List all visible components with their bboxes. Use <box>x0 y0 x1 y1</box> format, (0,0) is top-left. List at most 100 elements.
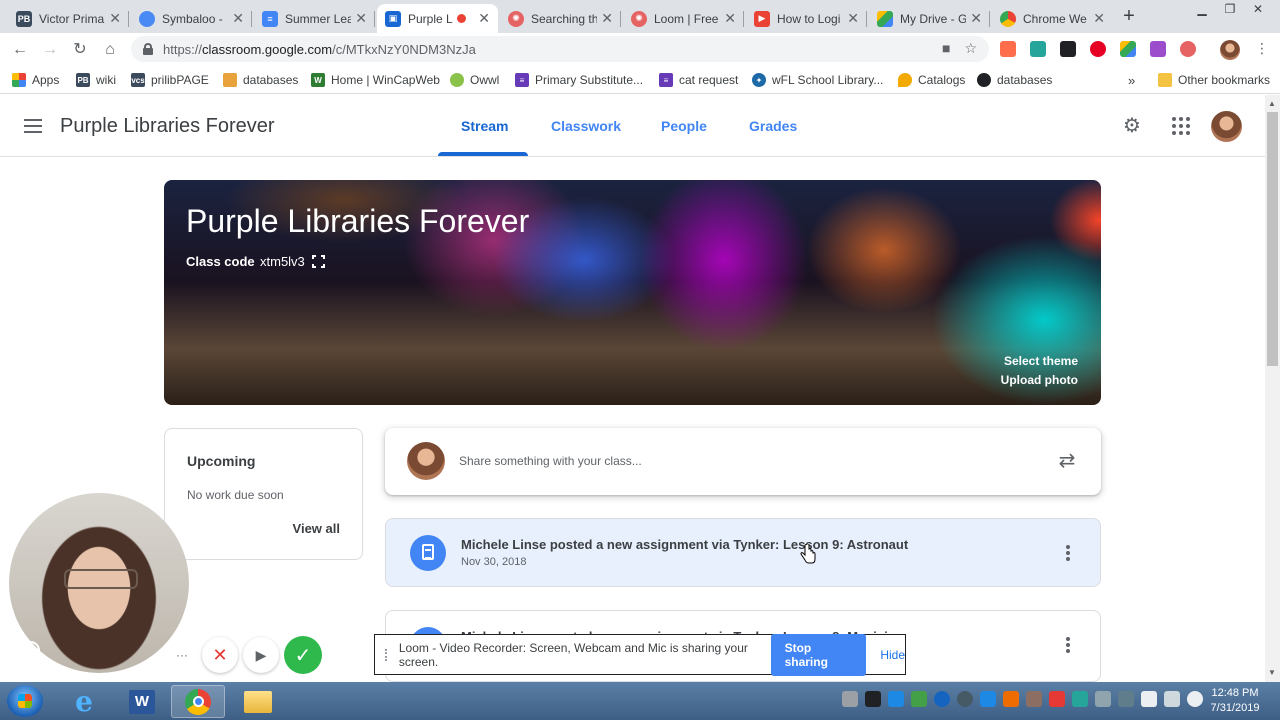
close-tab-icon[interactable]: ✕ <box>601 10 613 27</box>
close-tab-icon[interactable]: ✕ <box>232 10 244 27</box>
loom-cancel-icon[interactable]: ✕ <box>202 637 238 673</box>
bookmark-wfl-library[interactable]: ✦ wFL School Library... <box>752 71 883 89</box>
browser-tab-drive[interactable]: My Drive - G ✕ <box>869 4 990 33</box>
browser-tab-searching[interactable]: ✺ Searching th ✕ <box>500 4 621 33</box>
internet-explorer-icon[interactable]: e <box>57 685 111 718</box>
scrollbar-thumb[interactable] <box>1267 112 1278 366</box>
close-tab-icon[interactable]: ✕ <box>847 10 859 27</box>
loom-more-icon[interactable]: ··· <box>170 643 194 667</box>
chrome-profile-avatar[interactable] <box>1220 40 1240 60</box>
browser-tab-classroom[interactable]: ▣ Purple L ✕ <box>377 4 498 33</box>
tray-icon[interactable] <box>1072 691 1088 707</box>
tray-icon[interactable] <box>1049 691 1065 707</box>
browser-tab-victor[interactable]: PB Victor Prima ✕ <box>8 4 129 33</box>
file-explorer-icon[interactable] <box>231 685 285 718</box>
new-tab-button[interactable]: + <box>1119 6 1139 26</box>
home-icon[interactable]: ⌂ <box>98 38 122 62</box>
back-icon[interactable]: ← <box>8 38 32 62</box>
close-tab-icon[interactable]: ✕ <box>724 10 736 27</box>
tab-grades[interactable]: Grades <box>749 118 797 134</box>
class-name-title[interactable]: Purple Libraries Forever <box>60 115 275 138</box>
bookmark-primary-substitute[interactable]: ≡ Primary Substitute... <box>515 71 643 89</box>
browser-tab-howto[interactable]: ▶ How to Logi ✕ <box>746 4 867 33</box>
tray-icon[interactable] <box>888 691 904 707</box>
shield-icon[interactable] <box>980 691 996 707</box>
bookmark-star-icon[interactable]: ☆ <box>964 40 977 57</box>
bookmark-cat-request[interactable]: ≡ cat request <box>659 71 738 89</box>
extension-loom-icon[interactable] <box>1000 41 1016 57</box>
extension-puzzle-icon[interactable] <box>1150 41 1166 57</box>
extension-icon[interactable] <box>1030 41 1046 57</box>
help-icon[interactable]: ? <box>21 641 40 660</box>
stop-sharing-button[interactable]: Stop sharing <box>770 633 867 676</box>
network-icon[interactable] <box>1164 691 1180 707</box>
close-tab-icon[interactable]: ✕ <box>355 10 367 27</box>
scroll-up-arrow-icon[interactable]: ▲ <box>1268 99 1276 108</box>
share-with-class-box[interactable]: Share something with your class... ⇄ <box>385 428 1101 495</box>
browser-tab-loom[interactable]: ✺ Loom | Free ✕ <box>623 4 744 33</box>
battery-icon[interactable] <box>1095 691 1111 707</box>
close-window-icon[interactable]: ✕ <box>1244 0 1272 20</box>
restore-icon[interactable]: ❐ <box>1216 0 1244 20</box>
bookmark-catalogs[interactable]: Catalogs <box>898 71 965 89</box>
bookmark-wiki[interactable]: PB wiki <box>76 71 116 89</box>
gear-icon[interactable]: ⚙ <box>1122 116 1142 136</box>
camera-icon[interactable]: ■ <box>942 40 950 57</box>
upload-photo-link[interactable]: Upload photo <box>1001 373 1078 387</box>
browser-tab-webstore[interactable]: Chrome We ✕ <box>992 4 1113 33</box>
scroll-down-arrow-icon[interactable]: ▼ <box>1268 668 1276 677</box>
select-theme-link[interactable]: Select theme <box>1004 354 1078 368</box>
loom-finish-icon[interactable]: ✓ <box>284 636 322 674</box>
tray-icon[interactable] <box>957 691 973 707</box>
stream-post[interactable]: Michele Linse posted a new assignment vi… <box>385 518 1101 587</box>
more-options-icon[interactable] <box>1066 637 1070 653</box>
tab-classwork[interactable]: Classwork <box>551 118 621 134</box>
forward-icon[interactable]: → <box>38 38 62 62</box>
bookmark-databases[interactable]: databases <box>223 71 298 89</box>
reload-icon[interactable]: ↻ <box>68 38 92 62</box>
tray-icon[interactable] <box>911 691 927 707</box>
bookmark-prilibpage[interactable]: vcs prilibPAGE <box>131 71 209 89</box>
reuse-post-icon[interactable]: ⇄ <box>1056 450 1078 472</box>
tab-people[interactable]: People <box>661 118 707 134</box>
bookmark-owwl[interactable]: Owwl <box>450 71 499 89</box>
view-all-link[interactable]: View all <box>293 521 340 536</box>
system-clock[interactable]: 12:48 PM 7/31/2019 <box>1200 686 1270 716</box>
bookmark-wincapweb[interactable]: W Home | WinCapWeb <box>311 71 440 89</box>
drag-handle-icon[interactable] <box>385 648 389 661</box>
browser-tab-summer[interactable]: ≡ Summer Lea ✕ <box>254 4 375 33</box>
close-tab-icon[interactable]: ✕ <box>109 10 121 27</box>
drive-extension-icon[interactable] <box>1120 41 1136 57</box>
bookmark-apps[interactable]: Apps <box>12 71 59 89</box>
pinterest-icon[interactable] <box>1090 41 1106 57</box>
tray-icon[interactable] <box>842 691 858 707</box>
flag-icon[interactable] <box>1141 691 1157 707</box>
extension-qr-icon[interactable] <box>1060 41 1076 57</box>
bookmark-databases-2[interactable]: databases <box>977 71 1052 89</box>
pen-icon[interactable] <box>865 691 881 707</box>
extension-loom-red-icon[interactable] <box>1180 41 1196 57</box>
main-menu-icon[interactable] <box>24 119 42 133</box>
chrome-menu-icon[interactable]: ⋮ <box>1255 40 1269 57</box>
account-avatar[interactable] <box>1211 111 1242 142</box>
other-bookmarks[interactable]: Other bookmarks <box>1158 71 1270 89</box>
chrome-taskbar-icon[interactable] <box>171 685 225 718</box>
close-tab-icon[interactable]: ✕ <box>1093 10 1105 27</box>
address-bar[interactable]: https://classroom.google.com/c/MTkxNzY0N… <box>131 36 989 62</box>
loom-pause-resume-icon[interactable]: ▶︎ <box>243 637 279 673</box>
hide-bar-button[interactable]: Hide <box>880 648 905 662</box>
minimize-icon[interactable]: ▁ <box>1188 0 1216 20</box>
close-tab-icon[interactable]: ✕ <box>970 10 982 27</box>
google-apps-icon[interactable] <box>1172 117 1190 135</box>
bookmarks-overflow-icon[interactable]: » <box>1128 71 1135 89</box>
fullscreen-code-icon[interactable] <box>312 255 325 268</box>
display-icon[interactable] <box>1118 691 1134 707</box>
word-icon[interactable]: W <box>115 685 169 718</box>
tray-icon[interactable] <box>1026 691 1042 707</box>
start-button-icon[interactable] <box>7 685 43 717</box>
tray-icon[interactable] <box>1003 691 1019 707</box>
browser-tab-symbaloo[interactable]: Symbaloo - ✕ <box>131 4 252 33</box>
more-options-icon[interactable] <box>1066 545 1070 561</box>
bluetooth-icon[interactable] <box>934 691 950 707</box>
tab-stream[interactable]: Stream <box>461 118 508 134</box>
